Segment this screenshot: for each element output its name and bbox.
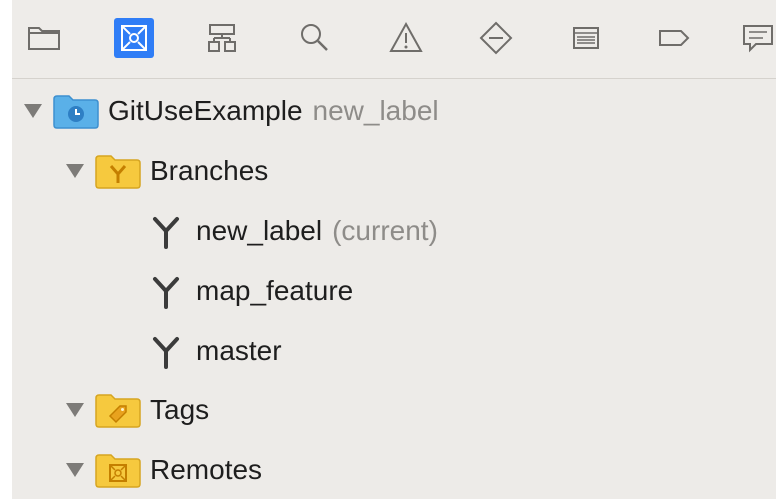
breakpoint-navigator-icon[interactable] — [652, 16, 696, 60]
disclosure-triangle-icon[interactable] — [66, 403, 84, 417]
branch-name: map_feature — [196, 275, 354, 306]
repo-name: GitUseExample — [108, 95, 303, 126]
branch-name: new_label — [196, 215, 323, 246]
branch-row-new-label[interactable]: new_label (current) — [146, 205, 438, 257]
branch-row-map-feature[interactable]: map_feature — [146, 265, 353, 317]
disclosure-triangle-icon[interactable] — [66, 463, 84, 477]
project-navigator-icon[interactable] — [22, 16, 66, 60]
find-navigator-icon[interactable] — [292, 16, 336, 60]
disclosure-triangle-icon[interactable] — [66, 164, 84, 178]
report-navigator-icon[interactable] — [736, 16, 776, 60]
tags-group-row[interactable]: Tags — [66, 384, 209, 436]
branch-icon — [146, 331, 186, 371]
issue-navigator-icon[interactable] — [384, 16, 428, 60]
tags-label: Tags — [150, 394, 210, 425]
tags-folder-icon — [94, 392, 142, 428]
debug-navigator-icon[interactable] — [564, 16, 608, 60]
disclosure-triangle-icon[interactable] — [24, 104, 42, 118]
test-navigator-icon[interactable] — [474, 16, 518, 60]
remotes-folder-icon — [94, 452, 142, 488]
branches-group-row[interactable]: Branches — [66, 145, 268, 197]
repo-row[interactable]: GitUseExample new_label — [24, 85, 439, 137]
branches-folder-icon — [94, 153, 142, 189]
branches-label: Branches — [150, 155, 269, 186]
branch-current-tag: (current) — [332, 215, 438, 246]
repo-current-branch: new_label — [312, 95, 439, 126]
repository-icon — [52, 93, 100, 129]
remotes-label: Remotes — [150, 454, 263, 485]
navigator-toolbar — [12, 0, 776, 79]
branch-icon — [146, 211, 186, 251]
branch-icon — [146, 271, 186, 311]
source-control-navigator-icon[interactable] — [112, 16, 156, 60]
symbol-navigator-icon[interactable] — [200, 16, 244, 60]
remotes-group-row[interactable]: Remotes — [66, 444, 262, 496]
branch-row-master[interactable]: master — [146, 325, 282, 377]
branch-name: master — [196, 335, 282, 366]
source-control-navigator-panel: GitUseExample new_label Branches new_lab… — [12, 0, 776, 499]
